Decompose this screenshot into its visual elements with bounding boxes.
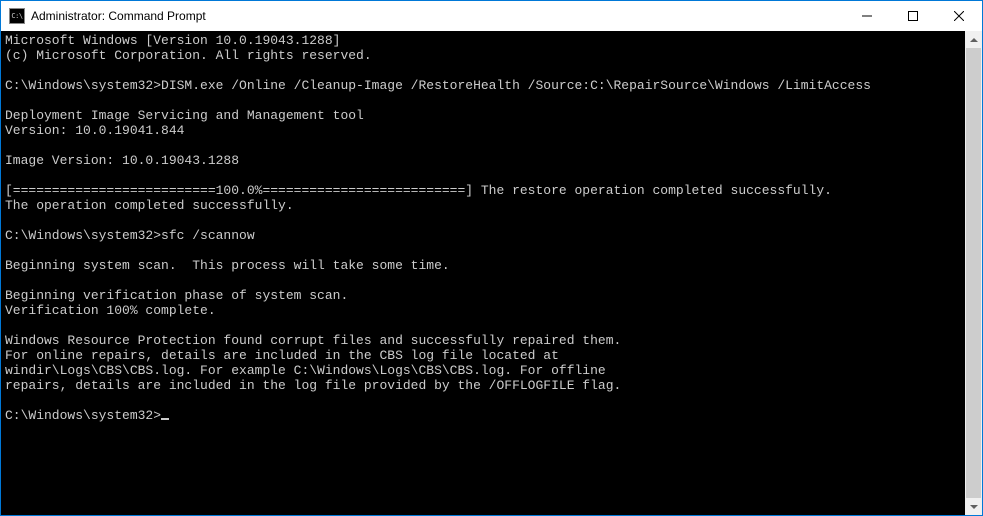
output-line: Version: 10.0.19041.844 (5, 123, 184, 138)
output-line: [==========================100.0%=======… (5, 183, 832, 198)
output-line: Verification 100% complete. (5, 303, 216, 318)
output-line: The operation completed successfully. (5, 198, 294, 213)
output-line: repairs, details are included in the log… (5, 378, 621, 393)
prompt-line: C:\Windows\system32> (5, 408, 161, 423)
scroll-down-arrow-icon[interactable] (965, 498, 982, 515)
window-title: Administrator: Command Prompt (31, 9, 206, 23)
output-line: C:\Windows\system32>DISM.exe /Online /Cl… (5, 78, 871, 93)
close-button[interactable] (936, 1, 982, 31)
cmd-icon: C:\ (9, 8, 25, 24)
output-line: Deployment Image Servicing and Managemen… (5, 108, 364, 123)
output-line: C:\Windows\system32>sfc /scannow (5, 228, 255, 243)
output-line: Beginning verification phase of system s… (5, 288, 348, 303)
scroll-up-arrow-icon[interactable] (965, 31, 982, 48)
titlebar[interactable]: C:\ Administrator: Command Prompt (1, 1, 982, 31)
terminal-output[interactable]: Microsoft Windows [Version 10.0.19043.12… (1, 31, 965, 515)
output-line: Windows Resource Protection found corrup… (5, 333, 621, 348)
output-line: windir\Logs\CBS\CBS.log. For example C:\… (5, 363, 606, 378)
maximize-button[interactable] (890, 1, 936, 31)
output-line: Image Version: 10.0.19043.1288 (5, 153, 239, 168)
output-line: Microsoft Windows [Version 10.0.19043.12… (5, 33, 340, 48)
vertical-scrollbar[interactable] (965, 31, 982, 515)
output-line: (c) Microsoft Corporation. All rights re… (5, 48, 372, 63)
window-controls (844, 1, 982, 31)
scroll-track[interactable] (965, 48, 982, 498)
client-area: Microsoft Windows [Version 10.0.19043.12… (1, 31, 982, 515)
minimize-button[interactable] (844, 1, 890, 31)
output-line: For online repairs, details are included… (5, 348, 559, 363)
cursor (161, 418, 169, 420)
output-line: Beginning system scan. This process will… (5, 258, 450, 273)
scroll-thumb[interactable] (966, 48, 981, 498)
